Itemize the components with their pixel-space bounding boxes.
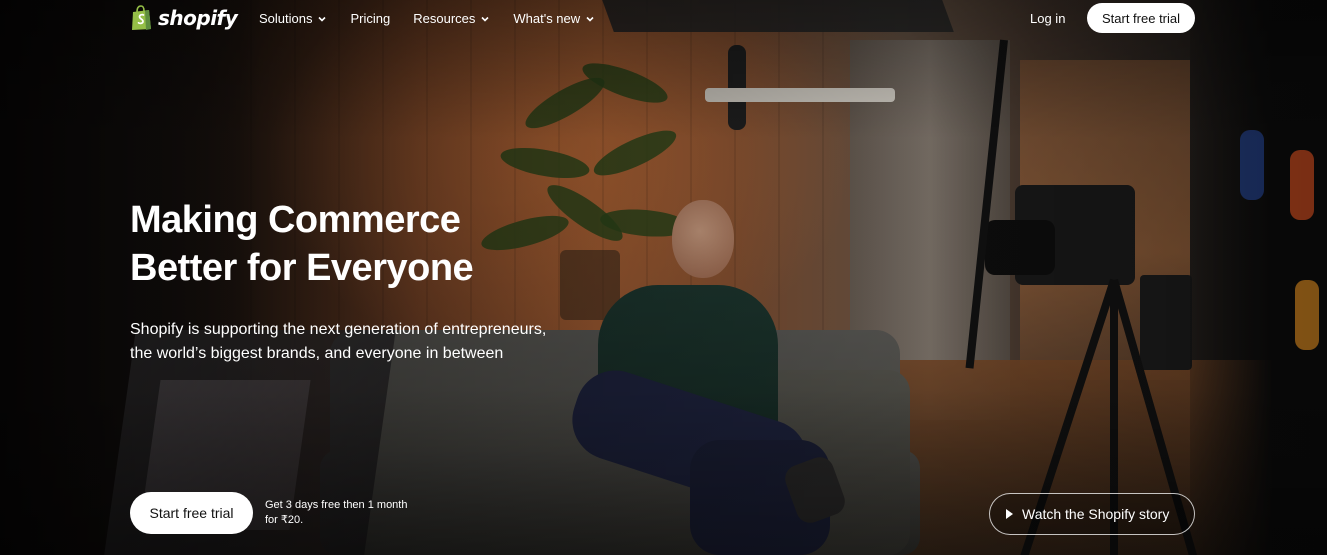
hero-title: Making Commerce Better for Everyone <box>130 196 650 292</box>
login-link[interactable]: Log in <box>1030 11 1065 26</box>
shopify-bag-icon <box>132 5 151 30</box>
chevron-down-icon <box>318 16 327 22</box>
nav-label: Pricing <box>350 11 391 26</box>
hero-title-line: Making Commerce <box>130 199 461 241</box>
nav-label: What's new <box>513 11 581 26</box>
chevron-down-icon <box>481 16 489 22</box>
nav-whats-new[interactable]: What's new <box>513 11 595 26</box>
nav-label: Resources <box>413 11 476 26</box>
nav-solutions[interactable]: Solutions <box>259 11 327 26</box>
trial-note-line: Get 3 days free then 1 month <box>265 499 408 511</box>
site-header: shopify Solutions Pricing Resources What… <box>0 0 1327 40</box>
chevron-down-icon <box>586 16 594 22</box>
hero-title-line: Better for Everyone <box>130 247 474 289</box>
nav-label: Solutions <box>259 11 313 26</box>
trial-offer-note: Get 3 days free then 1 month for ₹20. <box>265 498 425 528</box>
trial-note-line: for ₹20. <box>265 514 304 526</box>
play-icon <box>1006 509 1013 519</box>
hero-subtitle-line: Shopify is supporting the next generatio… <box>130 321 547 338</box>
nav-pricing[interactable]: Pricing <box>350 11 390 26</box>
watch-story-label: Watch the Shopify story <box>1022 506 1170 522</box>
main-nav: Solutions Pricing Resources What's new <box>259 11 595 26</box>
watch-story-button[interactable]: Watch the Shopify story <box>989 493 1195 535</box>
start-free-trial-header-button[interactable]: Start free trial <box>1087 3 1195 33</box>
logo-wordmark: shopify <box>158 6 238 30</box>
shopify-logo[interactable]: shopify <box>130 5 238 31</box>
start-free-trial-button[interactable]: Start free trial <box>130 492 253 534</box>
nav-resources[interactable]: Resources <box>413 11 490 26</box>
hero-subtitle-line: the world’s biggest brands, and everyone… <box>130 345 504 362</box>
hero-subtitle: Shopify is supporting the next generatio… <box>130 318 590 366</box>
